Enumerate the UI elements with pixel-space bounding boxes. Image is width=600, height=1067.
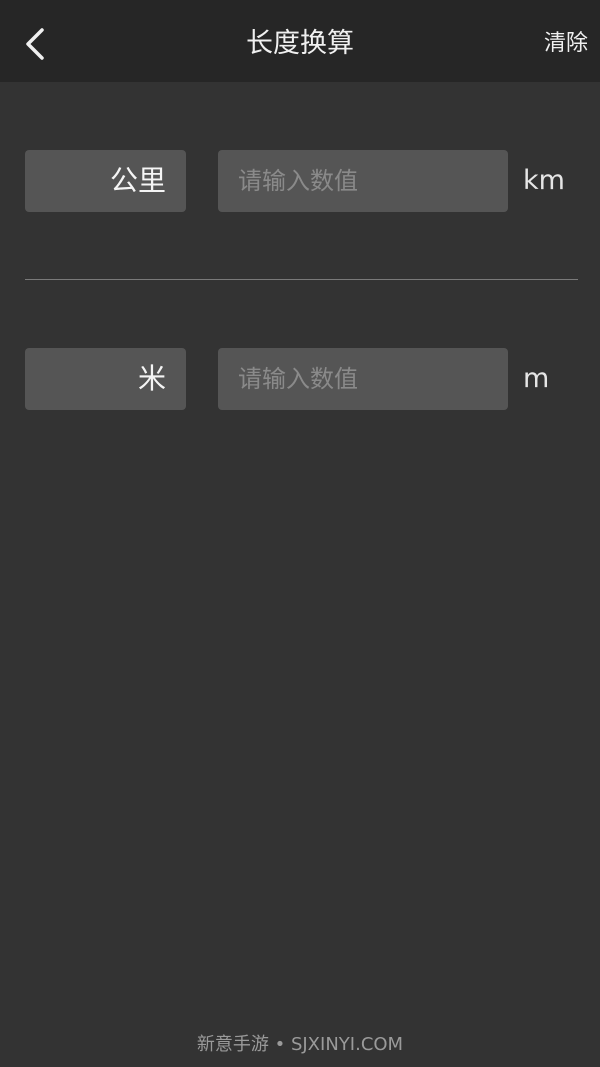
unit-name-meter[interactable]: 米 [25, 348, 186, 410]
chevron-left-icon [26, 28, 44, 60]
unit-name-kilometer[interactable]: 公里 [25, 150, 186, 212]
watermark-text: 新意手游 • SJXINYI.COM [196, 1034, 404, 1055]
top-bar: 长度换算 清除 [0, 0, 600, 82]
unit-symbol-m: m [523, 363, 550, 394]
divider [25, 279, 578, 280]
page-title: 长度换算 [246, 28, 354, 59]
kilometer-value-input[interactable] [218, 150, 508, 212]
meter-row: 米 m [25, 348, 585, 410]
back-button[interactable] [18, 24, 54, 64]
unit-symbol-km: km [523, 165, 565, 196]
clear-button[interactable]: 清除 [544, 0, 588, 88]
kilometer-row: 公里 km [25, 150, 585, 212]
meter-value-input[interactable] [218, 348, 508, 410]
